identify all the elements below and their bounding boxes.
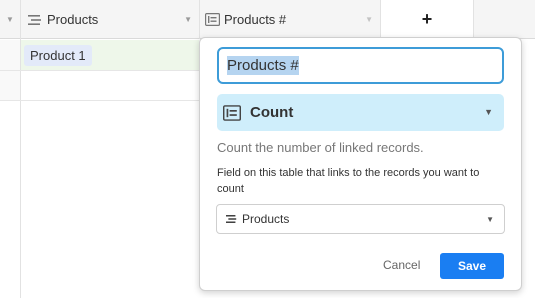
row-number-cell	[0, 71, 20, 100]
prev-column-header[interactable]: ▼	[0, 0, 20, 39]
linked-record-icon	[226, 215, 237, 223]
table-row[interactable]: Product 1	[0, 40, 199, 70]
column-divider	[473, 0, 474, 39]
add-column-button[interactable]: +	[381, 0, 473, 39]
column-header-products-count[interactable]: Products # ▼	[200, 0, 380, 39]
link-field-help-text: Field on this table that links to the re…	[217, 167, 480, 195]
chevron-down-icon[interactable]: ▼	[365, 15, 373, 24]
cancel-button[interactable]: Cancel	[383, 258, 420, 272]
column-header-label: Products	[47, 12, 99, 27]
chevron-down-icon: ▼	[484, 107, 493, 117]
count-field-icon	[223, 104, 241, 121]
column-divider	[199, 0, 200, 39]
table-row[interactable]	[0, 71, 199, 100]
field-name-input[interactable]: Products #	[217, 47, 504, 84]
field-type-select[interactable]: Count ▼	[217, 94, 504, 131]
plus-icon: +	[421, 9, 433, 29]
chevron-down-icon[interactable]: ▼	[184, 15, 192, 24]
field-type-description: Count the number of linked records.	[217, 140, 424, 155]
field-editor-popover: Products # Count ▼ Count the number of l…	[199, 37, 522, 291]
column-divider	[380, 0, 381, 39]
count-field-icon	[205, 13, 220, 26]
save-button[interactable]: Save	[440, 253, 504, 279]
products-cell[interactable]: Product 1	[21, 40, 199, 70]
row-divider	[0, 100, 199, 101]
linked-record-icon	[28, 14, 41, 25]
linked-record-chip[interactable]: Product 1	[24, 44, 92, 66]
row-number-cell	[0, 40, 20, 70]
field-name-text: Products #	[227, 56, 299, 75]
link-field-select[interactable]: Products ▼	[216, 204, 505, 234]
field-type-label: Count	[250, 104, 294, 121]
chevron-down-icon: ▼	[486, 215, 494, 224]
chevron-down-icon[interactable]: ▼	[6, 15, 14, 24]
column-header-products[interactable]: Products ▼	[21, 0, 199, 39]
column-header-label: Products #	[224, 12, 287, 27]
link-field-label: Products	[242, 212, 290, 226]
